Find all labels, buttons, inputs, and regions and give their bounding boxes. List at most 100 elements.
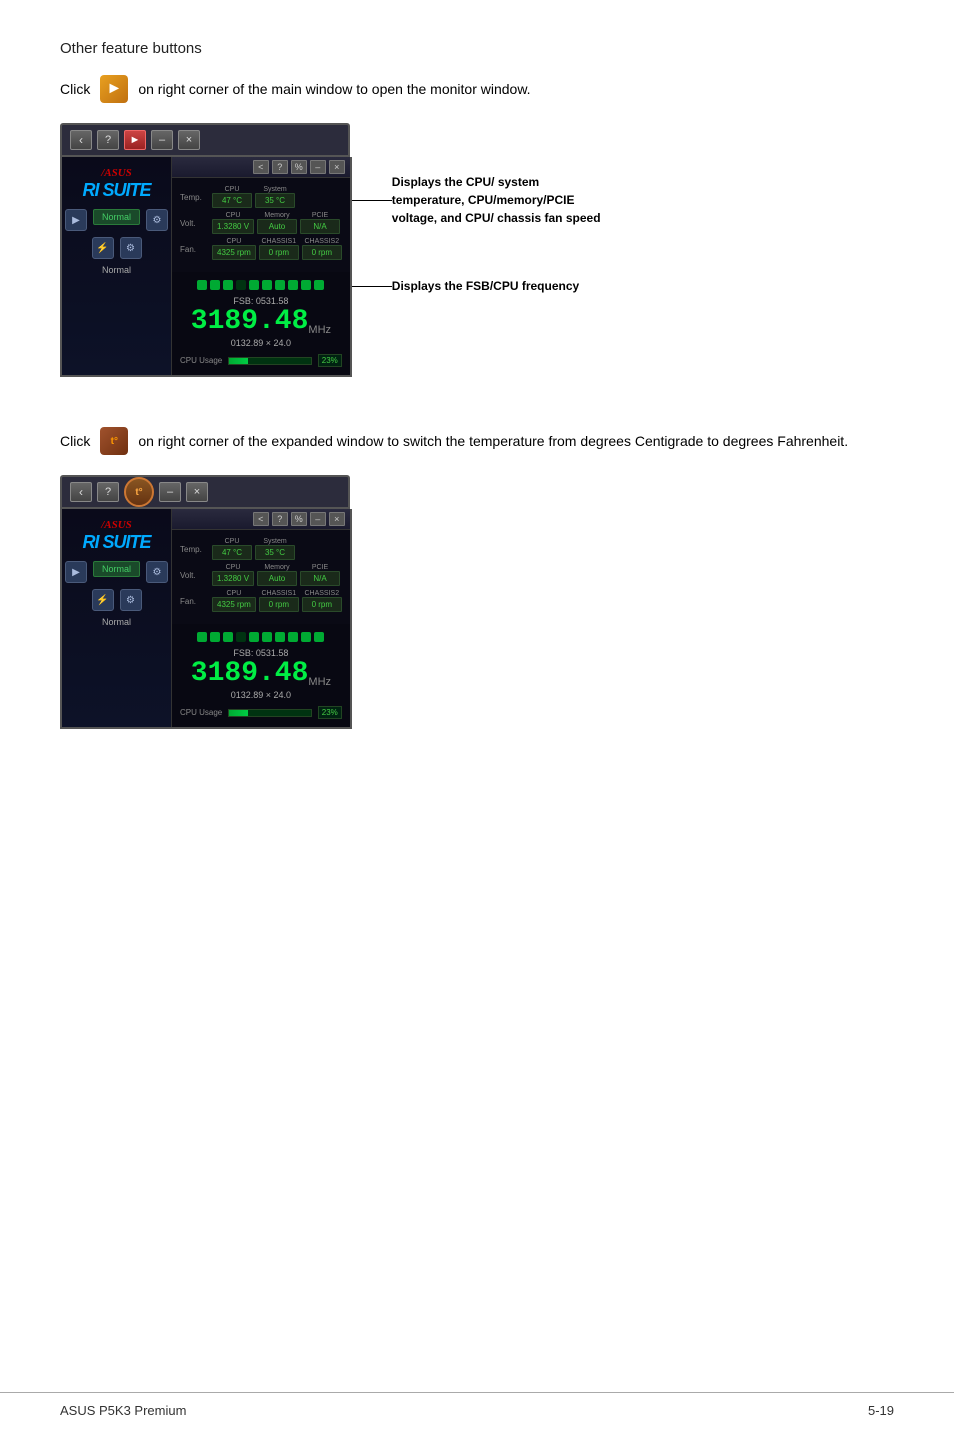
left-panel: /ASUS RI SUITE ▶ Normal ⚙ ⚡ ⚙ Normal [62,157,172,375]
monitor-stats-top: Temp. CPU 47 °C System 35 °C [172,178,350,272]
ctrl-icon-settings[interactable]: ⚙ [120,237,142,259]
cpu-volt-label-2: CPU [226,564,241,571]
led-1 [197,280,207,290]
ctrl-icon-lightning[interactable]: ⚡ [92,237,114,259]
footer-product: ASUS P5K3 Premium [60,1403,186,1418]
monitor-panel-2: < ? % – × Temp. CPU 47 °C [172,509,350,727]
monitor-btn-3[interactable]: % [291,160,307,174]
instruction2-suffix: on right corner of the expanded window t… [138,433,848,449]
led-5 [249,280,259,290]
ctrl-icon-cpu[interactable]: ▶ [65,209,87,231]
led2-9 [301,632,311,642]
freq-value-2: 3189.48 [191,660,309,688]
temp-label-2: Temp. [180,545,208,554]
topbar2-btn-minus[interactable]: – [159,482,181,502]
topbar-btn-active[interactable]: ► [124,130,146,150]
chassis2-value-2: 0 rpm [302,597,342,612]
topbar-btn-help[interactable]: ? [97,130,119,150]
topbar2-btn-arrow[interactable]: ‹ [70,482,92,502]
monitor-panel: < ? % – × Temp. CPU [172,157,350,375]
monitor-freq-bottom-2: FSB: 0531.58 3189.48 MHz 0132.89 × 24.0 … [172,624,350,727]
topbar-btn-minus[interactable]: – [151,130,173,150]
footer: ASUS P5K3 Premium 5-19 [0,1392,954,1418]
monitor-btn-4[interactable]: – [310,160,326,174]
monitor2-btn-3[interactable]: % [291,512,307,526]
ai-suite-title: RI SUITE [82,181,150,199]
monitor-open-icon[interactable]: ► [100,75,128,103]
cpu-usage-pct-2: 23% [318,706,342,719]
callout-1: Displays the CPU/ system temperature, CP… [392,173,612,227]
freq-sub-2: 0132.89 × 24.0 [231,690,291,700]
led-2 [210,280,220,290]
main-window-body: /ASUS RI SUITE ▶ Normal ⚙ ⚡ ⚙ Normal [60,157,352,377]
section-title: Other feature buttons [60,40,894,57]
ctrl-icon-lightning-2[interactable]: ⚡ [92,589,114,611]
pcie-volt-value-2: N/A [300,571,340,586]
topbar2-btn-temp-circle[interactable]: t° [124,477,154,507]
main-window-topbar: ‹ ? ► – × [60,123,350,157]
topbar2-btn-help[interactable]: ? [97,482,119,502]
topbar-btn-close[interactable]: × [178,130,200,150]
cpu-fan-value-2: 4325 rpm [212,597,256,612]
led2-2 [210,632,220,642]
bottom-icons: ⚡ ⚙ [92,237,142,259]
cpu-usage-label-2: CPU Usage [180,708,222,717]
normal-badge: Normal [93,209,140,225]
monitor-titlebar-2: < ? % – × [172,509,350,530]
pcie-volt-label: PCIE [312,212,328,219]
ctrl-icon-cpu-2[interactable]: ▶ [65,561,87,583]
monitor-btn-1[interactable]: < [253,160,269,174]
fan-label-2: Fan. [180,597,208,606]
led-6 [262,280,272,290]
mem-volt-label-2: Memory [264,564,289,571]
temp-row-2: Temp. CPU 47 °C System 35 °C [180,538,342,560]
monitor-btn-2[interactable]: ? [272,160,288,174]
fan-label: Fan. [180,245,208,254]
fan-row-2: Fan. CPU 4325 rpm CHASSIS1 0 rpm [180,590,342,612]
monitor2-btn-5[interactable]: × [329,512,345,526]
led-dots-2 [197,632,324,642]
callout-2: Displays the FSB/CPU frequency [392,277,612,295]
pcie-volt-label-2: PCIE [312,564,328,571]
led-3 [223,280,233,290]
led-7 [275,280,285,290]
cpu-temp-value: 47 °C [212,193,252,208]
chassis1-label-2: CHASSIS1 [261,590,296,597]
temp-row: Temp. CPU 47 °C System 35 °C [180,186,342,208]
led2-10 [314,632,324,642]
ctrl-icon-gear[interactable]: ⚙ [146,209,168,231]
topbar2-btn-close[interactable]: × [186,482,208,502]
monitor2-btn-2[interactable]: ? [272,512,288,526]
freq-display-row: 3189.48 MHz [191,308,331,336]
ctrl-icon-gear-2[interactable]: ⚙ [146,561,168,583]
cpu-usage-row: CPU Usage 23% [180,354,342,367]
chassis2-label-2: CHASSIS2 [304,590,339,597]
mem-volt-label: Memory [264,212,289,219]
fan-row: Fan. CPU 4325 rpm CHASSIS1 0 rpm [180,238,342,260]
cpu-usage-label: CPU Usage [180,356,222,365]
chassis2-label: CHASSIS2 [304,238,339,245]
instruction-row-1: Click ► on right corner of the main wind… [60,75,894,103]
led2-7 [275,632,285,642]
cpu-usage-bar-2 [228,709,312,717]
topbar-btn-arrow[interactable]: ‹ [70,130,92,150]
led2-1 [197,632,207,642]
chassis2-value: 0 rpm [302,245,342,260]
cpu-volt-value-2: 1.3280 V [212,571,254,586]
ctrl-icon-settings-2[interactable]: ⚙ [120,589,142,611]
system-temp-label-2: System [263,538,286,545]
main-window-body-2: /ASUS RI SUITE ▶ Normal ⚙ ⚡ ⚙ Normal [60,509,352,729]
mem-volt-value: Auto [257,219,297,234]
led-10 [314,280,324,290]
monitor-btn-5[interactable]: × [329,160,345,174]
instruction2-prefix: Click [60,433,90,449]
led2-5 [249,632,259,642]
led-4 [236,280,246,290]
freq-unit: MHz [308,324,331,336]
cpu-usage-pct: 23% [318,354,342,367]
fsb-label-2: FSB: 0531.58 [233,648,288,658]
temp-switch-icon[interactable]: t° [100,427,128,455]
monitor2-btn-1[interactable]: < [253,512,269,526]
monitor2-btn-4[interactable]: – [310,512,326,526]
cpu-temp-label-2: CPU [225,538,240,545]
